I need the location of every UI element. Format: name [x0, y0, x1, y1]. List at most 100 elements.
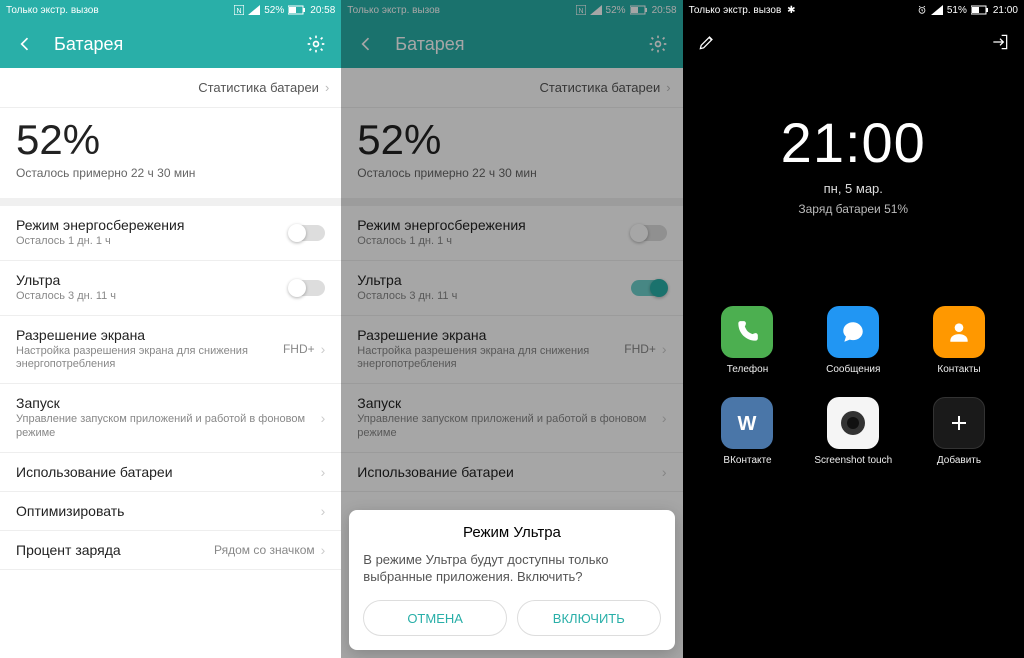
app-contacts[interactable]: Контакты	[906, 306, 1012, 375]
phone-icon	[721, 306, 773, 358]
row-sub: Осталось 3 дн. 11 ч	[357, 290, 630, 304]
stats-label: Статистика батареи	[198, 80, 319, 95]
battery-stats-link[interactable]: Статистика батареи ›	[0, 68, 341, 108]
screen-ultra-home: Только экстр. вызов ✱ 51% 21:00 21:00 пн…	[683, 0, 1024, 658]
chevron-right-icon: ›	[666, 80, 670, 95]
signal-icon	[590, 5, 602, 15]
row-percent-position[interactable]: Процент заряда Рядом со значком ›	[0, 531, 341, 570]
row-launch[interactable]: Запуск Управление запуском приложений и …	[341, 384, 682, 453]
exit-icon[interactable]	[990, 32, 1010, 52]
cancel-button[interactable]: ОТМЕНА	[363, 600, 507, 636]
app-add[interactable]: Добавить	[906, 397, 1012, 466]
status-bar: Только экстр. вызов ✱ 51% 21:00	[683, 0, 1024, 20]
signal-icon	[248, 5, 260, 15]
chevron-right-icon: ›	[321, 542, 326, 558]
app-label: Телефон	[727, 364, 768, 375]
plus-icon	[933, 397, 985, 449]
status-bar: Только экстр. вызов N 52% 20:58	[341, 0, 682, 20]
status-right: N 52% 20:58	[576, 5, 677, 16]
status-right: N 52% 20:58	[234, 5, 335, 16]
page-header: Батарея	[341, 20, 682, 68]
row-sub: Управление запуском приложений и работой…	[357, 413, 662, 441]
power-saving-toggle[interactable]	[289, 225, 325, 241]
app-label: Контакты	[937, 364, 980, 375]
row-title: Процент заряда	[16, 542, 214, 558]
battery-percent-block: 52% Осталось примерно 22 ч 30 мин	[0, 108, 341, 206]
battery-icon	[971, 5, 989, 15]
nfc-icon: N	[576, 5, 586, 15]
status-time: 20:58	[652, 5, 677, 16]
chevron-right-icon: ›	[662, 410, 667, 426]
battery-level: 52%	[16, 116, 325, 164]
app-label: ВКонтакте	[723, 455, 771, 466]
row-sub: Осталось 1 дн. 1 ч	[357, 235, 630, 249]
app-vkontakte[interactable]: W ВКонтакте	[695, 397, 801, 466]
battery-stats-link[interactable]: Статистика батареи ›	[341, 68, 682, 108]
battery-percent-block: 52% Осталось примерно 22 ч 30 мин	[341, 108, 682, 206]
power-saving-toggle[interactable]	[631, 225, 667, 241]
svg-text:N: N	[578, 8, 583, 15]
battery-estimate: Осталось примерно 22 ч 30 мин	[357, 166, 666, 180]
gear-icon[interactable]	[305, 33, 327, 55]
row-resolution[interactable]: Разрешение экрана Настройка разрешения э…	[341, 316, 682, 385]
row-title: Использование батареи	[357, 464, 662, 480]
row-optimize[interactable]: Оптимизировать ›	[0, 492, 341, 531]
battery-icon	[630, 5, 648, 15]
row-title: Оптимизировать	[16, 503, 321, 519]
edit-icon[interactable]	[697, 32, 717, 52]
svg-text:W: W	[738, 413, 757, 435]
row-launch[interactable]: Запуск Управление запуском приложений и …	[0, 384, 341, 453]
battery-level: 52%	[357, 116, 666, 164]
chevron-right-icon: ›	[321, 341, 326, 357]
chevron-right-icon: ›	[662, 464, 667, 480]
status-carrier: Только экстр. вызов	[6, 5, 99, 16]
back-icon[interactable]	[355, 33, 377, 55]
app-grid: Телефон Сообщения Контакты W ВКонтакте S…	[683, 306, 1024, 466]
page-header: Батарея	[0, 20, 341, 68]
row-sub: Осталось 1 дн. 1 ч	[16, 235, 289, 249]
dialog-title: Режим Ультра	[363, 524, 660, 541]
app-messages[interactable]: Сообщения	[800, 306, 906, 375]
ultra-toggle[interactable]	[631, 280, 667, 296]
app-screenshot-touch[interactable]: Screenshot touch	[800, 397, 906, 466]
enable-button[interactable]: ВКЛЮЧИТЬ	[517, 600, 661, 636]
clock-battery: Заряд батареи 51%	[683, 202, 1024, 216]
ultra-toggle[interactable]	[289, 280, 325, 296]
row-usage[interactable]: Использование батареи ›	[0, 453, 341, 492]
screen-battery-dialog: Только экстр. вызов N 52% 20:58 Батарея …	[341, 0, 682, 658]
back-icon[interactable]	[14, 33, 36, 55]
gear-icon[interactable]	[647, 33, 669, 55]
row-title: Режим энергосбережения	[16, 217, 289, 233]
row-resolution[interactable]: Разрешение экрана Настройка разрешения э…	[0, 316, 341, 385]
status-right: 51% 21:00	[917, 5, 1018, 16]
row-sub: Настройка разрешения экрана для снижения…	[16, 345, 283, 373]
chevron-right-icon: ›	[321, 410, 326, 426]
app-label: Screenshot touch	[814, 455, 892, 466]
svg-text:N: N	[237, 8, 242, 15]
row-title: Использование батареи	[16, 464, 321, 480]
battery-icon	[288, 5, 306, 15]
page-title: Батарея	[54, 34, 305, 55]
row-power-saving[interactable]: Режим энергосбережения Осталось 1 дн. 1 …	[341, 206, 682, 261]
screenshot-icon	[827, 397, 879, 449]
app-phone[interactable]: Телефон	[695, 306, 801, 375]
status-battery-pct: 51%	[947, 5, 967, 16]
alarm-icon	[917, 5, 927, 15]
row-title: Ультра	[16, 272, 289, 288]
row-usage[interactable]: Использование батареи ›	[341, 453, 682, 492]
row-title: Режим энергосбережения	[357, 217, 630, 233]
resolution-value: FHD+	[624, 342, 656, 356]
row-title: Ультра	[357, 272, 630, 288]
chevron-right-icon: ›	[321, 503, 326, 519]
status-battery-pct: 52%	[264, 5, 284, 16]
row-ultra[interactable]: Ультра Осталось 3 дн. 11 ч	[0, 261, 341, 316]
clock-date: пн, 5 мар.	[683, 181, 1024, 196]
row-power-saving[interactable]: Режим энергосбережения Осталось 1 дн. 1 …	[0, 206, 341, 261]
chevron-right-icon: ›	[321, 464, 326, 480]
dialog-body: В режиме Ультра будут доступны только вы…	[363, 551, 660, 586]
ultra-header	[683, 20, 1024, 64]
row-ultra[interactable]: Ультра Осталось 3 дн. 11 ч	[341, 261, 682, 316]
row-title: Разрешение экрана	[357, 327, 624, 343]
row-title: Разрешение экрана	[16, 327, 283, 343]
status-carrier: Только экстр. вызов ✱	[689, 5, 796, 16]
